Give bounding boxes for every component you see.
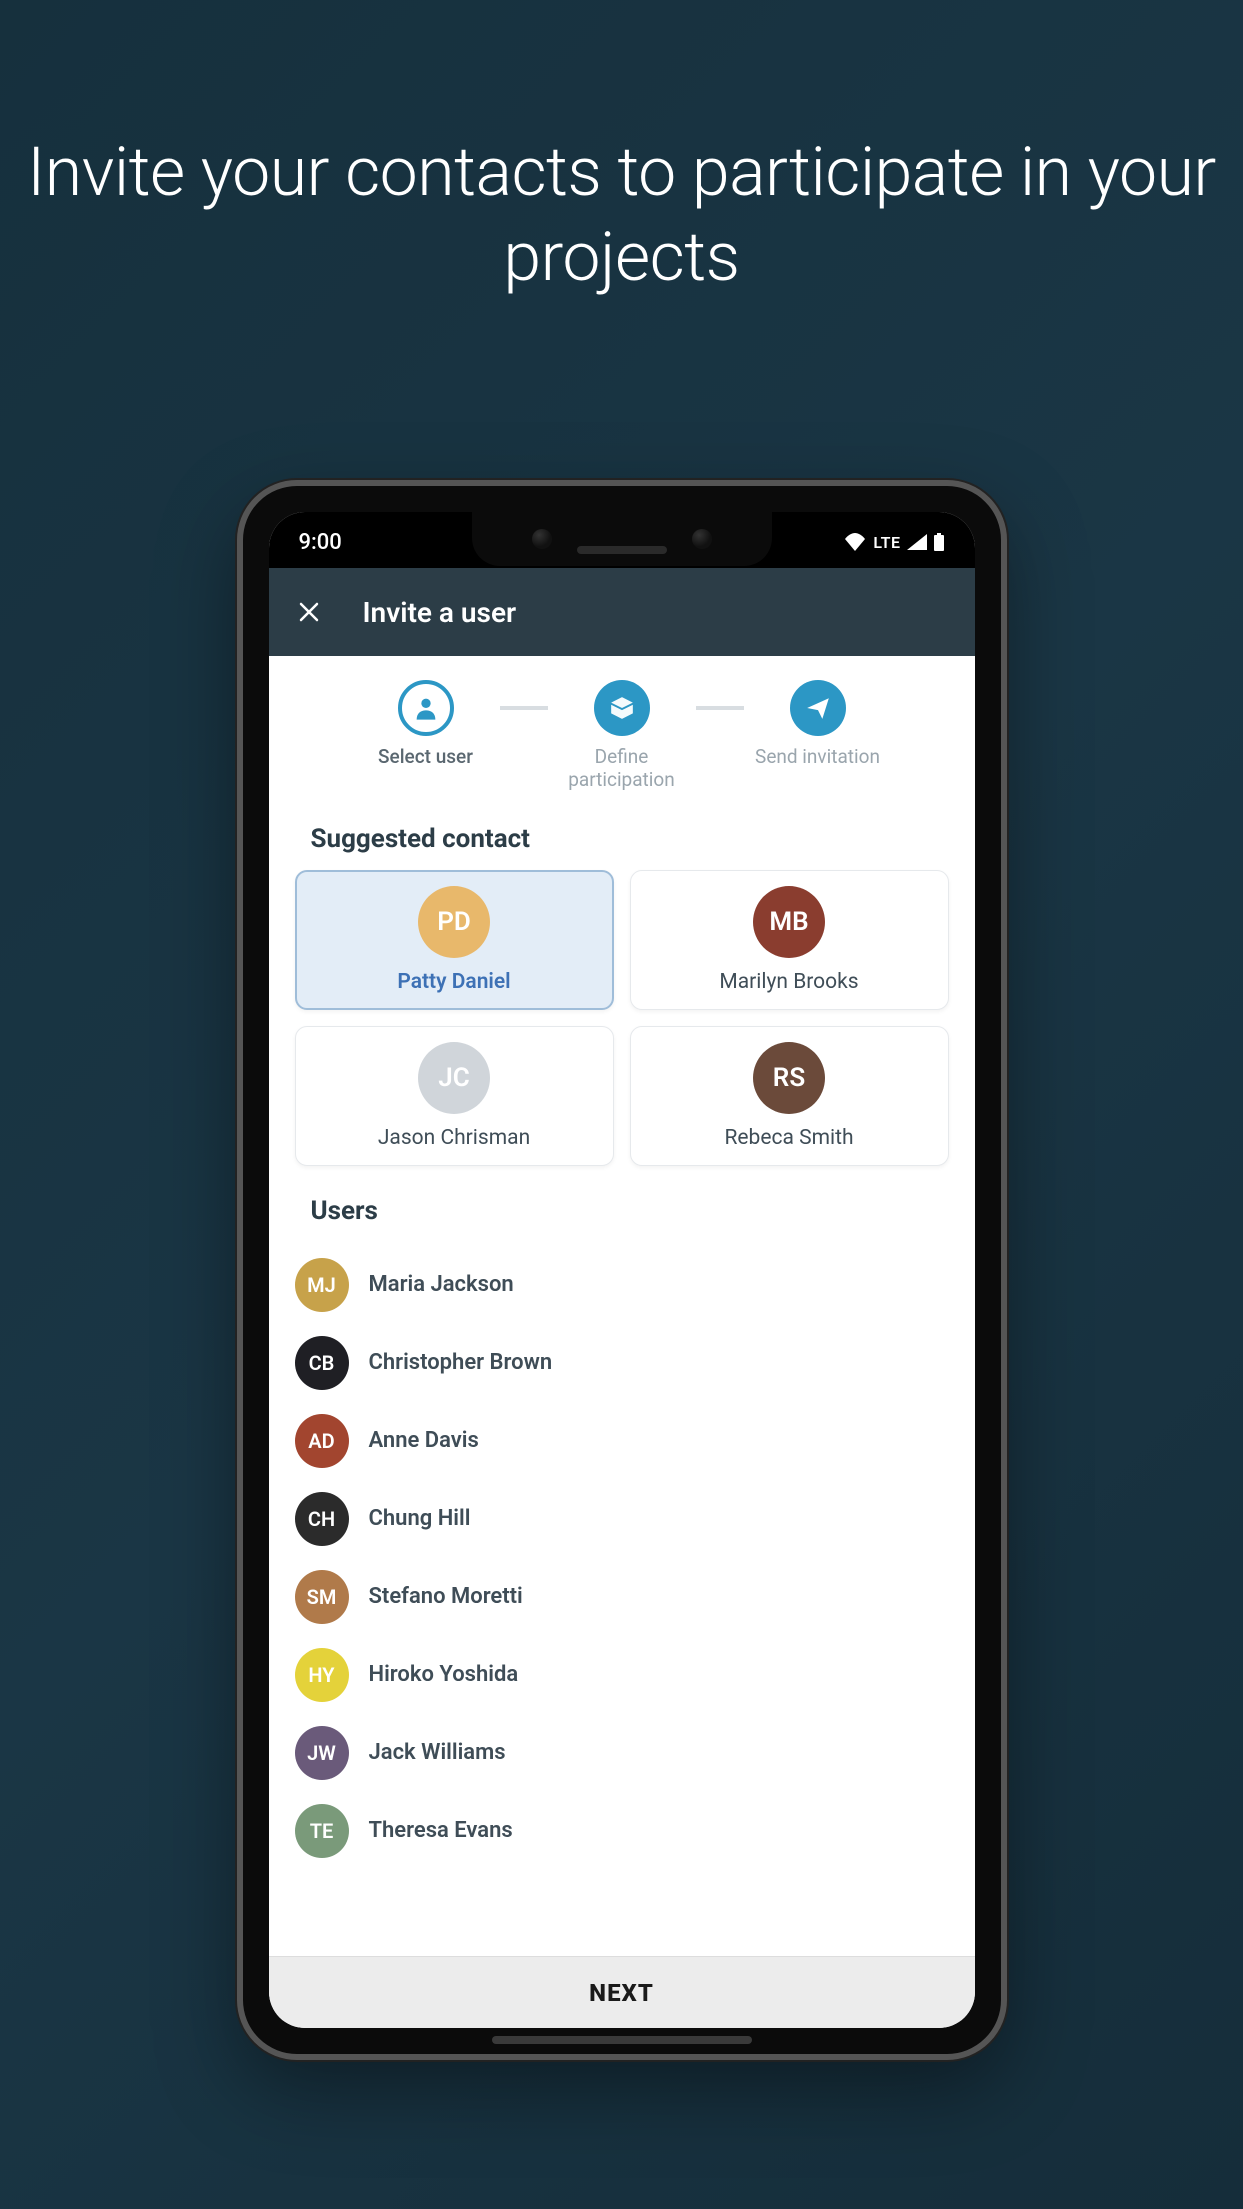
avatar: TE — [295, 1804, 349, 1858]
user-name: Christopher Brown — [369, 1350, 553, 1375]
user-name: Maria Jackson — [369, 1272, 514, 1297]
user-name: Stefano Moretti — [369, 1584, 523, 1609]
step-define-participation[interactable]: Define participation — [548, 680, 696, 792]
screen-content: Select user Define participation — [269, 656, 975, 1956]
suggested-contact-card[interactable]: MB Marilyn Brooks — [630, 870, 949, 1010]
step-select-user[interactable]: Select user — [352, 680, 500, 769]
wifi-icon — [843, 533, 867, 551]
user-name: Chung Hill — [369, 1506, 471, 1531]
user-list-item[interactable]: CH Chung Hill — [295, 1480, 949, 1558]
suggested-contact-title: Suggested contact — [269, 802, 975, 870]
contact-name: Rebeca Smith — [724, 1126, 853, 1150]
close-icon — [297, 600, 321, 624]
step-label: Send invitation — [755, 746, 880, 769]
user-list-item[interactable]: TE Theresa Evans — [295, 1792, 949, 1870]
avatar: AD — [295, 1414, 349, 1468]
phone-frame: 9:00 LTE Invite a user — [237, 480, 1007, 2060]
user-icon — [412, 694, 440, 722]
next-button-label: NEXT — [589, 1979, 654, 2007]
contact-name: Jason Chrisman — [378, 1126, 530, 1150]
users-title: Users — [269, 1166, 975, 1242]
step-label: Select user — [378, 746, 473, 769]
step-connector — [696, 706, 744, 710]
user-list-item[interactable]: MJ Maria Jackson — [295, 1246, 949, 1324]
avatar: CH — [295, 1492, 349, 1546]
step-label: Define participation — [548, 746, 696, 792]
step-send-invitation[interactable]: Send invitation — [744, 680, 892, 769]
user-name: Anne Davis — [369, 1428, 479, 1453]
suggested-contact-card[interactable]: PD Patty Daniel — [295, 870, 614, 1010]
step-connector — [500, 706, 548, 710]
user-name: Theresa Evans — [369, 1818, 513, 1843]
cube-icon — [609, 695, 635, 721]
avatar: MB — [753, 886, 825, 958]
status-time: 9:00 — [299, 530, 342, 555]
avatar: CB — [295, 1336, 349, 1390]
avatar: SM — [295, 1570, 349, 1624]
user-list-item[interactable]: SM Stefano Moretti — [295, 1558, 949, 1636]
contact-name: Patty Daniel — [397, 970, 510, 994]
next-button[interactable]: NEXT — [269, 1956, 975, 2028]
avatar: MJ — [295, 1258, 349, 1312]
appbar-title: Invite a user — [363, 596, 517, 629]
user-list-item[interactable]: JW Jack Williams — [295, 1714, 949, 1792]
avatar: RS — [753, 1042, 825, 1114]
send-icon — [805, 695, 831, 721]
power-button — [1001, 1106, 1007, 1256]
promo-headline: Invite your contacts to participate in y… — [0, 0, 1243, 300]
user-list-item[interactable]: CB Christopher Brown — [295, 1324, 949, 1402]
user-list-item[interactable]: HY Hiroko Yoshida — [295, 1636, 949, 1714]
close-button[interactable] — [295, 598, 323, 626]
battery-icon — [933, 533, 945, 551]
user-name: Hiroko Yoshida — [369, 1662, 519, 1687]
stepper: Select user Define participation — [269, 656, 975, 802]
phone-notch — [472, 512, 772, 566]
avatar: HY — [295, 1648, 349, 1702]
avatar: JW — [295, 1726, 349, 1780]
avatar: PD — [418, 886, 490, 958]
contact-name: Marilyn Brooks — [719, 970, 858, 994]
network-label: LTE — [873, 533, 900, 552]
user-list-item[interactable]: AD Anne Davis — [295, 1402, 949, 1480]
signal-icon — [907, 534, 927, 550]
avatar: JC — [418, 1042, 490, 1114]
suggested-contact-card[interactable]: RS Rebeca Smith — [630, 1026, 949, 1166]
app-bar: Invite a user — [269, 568, 975, 656]
suggested-contact-card[interactable]: JC Jason Chrisman — [295, 1026, 614, 1166]
home-indicator — [492, 2036, 752, 2044]
user-name: Jack Williams — [369, 1740, 506, 1765]
